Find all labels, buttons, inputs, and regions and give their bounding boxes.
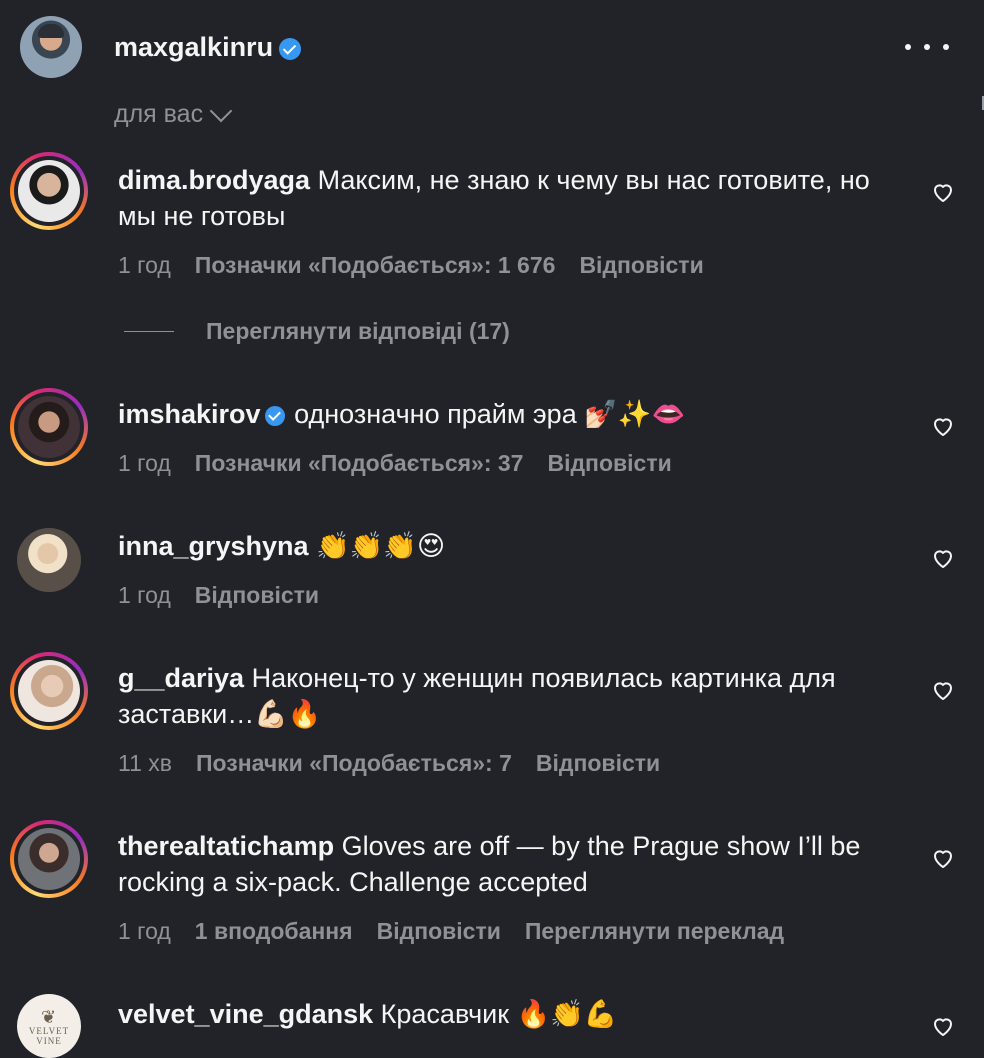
avatar bbox=[18, 396, 80, 458]
comment-username[interactable]: therealtatichamp bbox=[118, 831, 334, 861]
comment-body: velvet_vine_gdansk Красавчик 🔥👏💪 bbox=[118, 996, 908, 1032]
verified-badge-icon bbox=[264, 405, 285, 426]
comment-meta: 11 хв Позначки «Подобається»: 7 Відповіс… bbox=[118, 750, 660, 777]
comment-username[interactable]: dima.brodyaga bbox=[118, 165, 310, 195]
reply-button[interactable]: Відповісти bbox=[377, 918, 501, 945]
comment-username[interactable]: imshakirov bbox=[118, 399, 261, 429]
avatar-story-ring[interactable] bbox=[10, 388, 88, 466]
comment-meta: 1 год 1 вподобання Відповісти Переглянут… bbox=[118, 918, 784, 945]
owner-avatar[interactable] bbox=[20, 16, 82, 78]
chevron-down-icon bbox=[209, 99, 233, 122]
avatar-story-ring[interactable] bbox=[10, 152, 88, 230]
sort-label: для вас bbox=[114, 100, 204, 128]
translate-button[interactable]: Переглянути переклад bbox=[525, 918, 784, 945]
more-dot bbox=[924, 44, 930, 50]
more-dot bbox=[943, 44, 949, 50]
owner-username-row[interactable]: maxgalkinru bbox=[114, 32, 302, 63]
comment-time[interactable]: 1 год bbox=[118, 582, 171, 609]
avatar-story-ring[interactable] bbox=[10, 652, 88, 730]
comment-likes[interactable]: 1 вподобання bbox=[195, 918, 353, 945]
comment-meta: 1 год Відповісти bbox=[118, 582, 319, 609]
heart-outline-icon[interactable] bbox=[931, 414, 955, 438]
comment-likes[interactable]: Позначки «Подобається»: 37 bbox=[195, 450, 524, 477]
comment-body: inna_gryshyna 👏👏👏😍 bbox=[118, 528, 908, 564]
comment-text: Красавчик 🔥👏💪 bbox=[380, 999, 618, 1029]
avatar bbox=[18, 160, 80, 222]
heart-outline-icon[interactable] bbox=[931, 846, 955, 870]
comment-time[interactable]: 1 год bbox=[118, 252, 171, 279]
comment-likes[interactable]: Позначки «Подобається»: 1 676 bbox=[195, 252, 556, 279]
comment-time[interactable]: 1 год bbox=[118, 450, 171, 477]
comment-username[interactable]: g__dariya bbox=[118, 663, 244, 693]
comment-body: dima.brodyaga Максим, не знаю к чему вы … bbox=[118, 162, 908, 234]
comment-username[interactable]: inna_gryshyna bbox=[118, 531, 309, 561]
comment-text: однозначно прайм эра 💅🏻✨👄 bbox=[294, 399, 686, 429]
owner-username[interactable]: maxgalkinru bbox=[114, 32, 273, 62]
comment-time[interactable]: 11 хв bbox=[118, 750, 172, 777]
avatar bbox=[18, 660, 80, 722]
comment-sort-dropdown[interactable]: для вас bbox=[114, 99, 233, 129]
avatar-logo-text: VELVET VINE bbox=[28, 1026, 70, 1046]
heart-outline-icon[interactable] bbox=[931, 678, 955, 702]
post-header: maxgalkinru bbox=[0, 0, 984, 110]
avatar[interactable] bbox=[17, 528, 81, 592]
vine-logo-icon: ❦ bbox=[40, 1007, 58, 1027]
avatar-story-ring[interactable] bbox=[10, 820, 88, 898]
heart-outline-icon[interactable] bbox=[931, 546, 955, 570]
view-replies-button[interactable]: Переглянути відповіді (17) bbox=[124, 318, 510, 345]
divider bbox=[124, 331, 174, 332]
heart-outline-icon[interactable] bbox=[931, 1014, 955, 1038]
more-dot bbox=[905, 44, 911, 50]
comment-body: therealtatichamp Gloves are off — by the… bbox=[118, 828, 908, 900]
comment-username[interactable]: velvet_vine_gdansk bbox=[118, 999, 373, 1029]
comment-meta: 1 год Позначки «Подобається»: 1 676 Відп… bbox=[118, 252, 704, 279]
comment-body: imshakirov однозначно прайм эра 💅🏻✨👄 bbox=[118, 396, 908, 432]
comment-likes[interactable]: Позначки «Подобається»: 7 bbox=[196, 750, 512, 777]
comment-body: g__dariya Наконец-то у женщин появилась … bbox=[118, 660, 908, 732]
view-replies-label: Переглянути відповіді (17) bbox=[206, 318, 510, 344]
avatar bbox=[18, 828, 80, 890]
more-options-button[interactable] bbox=[905, 30, 949, 64]
comment-time[interactable]: 1 год bbox=[118, 918, 171, 945]
verified-badge-icon bbox=[279, 37, 302, 60]
comment-text: 👏👏👏😍 bbox=[316, 531, 446, 561]
reply-button[interactable]: Відповісти bbox=[547, 450, 671, 477]
comment-meta: 1 год Позначки «Подобається»: 37 Відпові… bbox=[118, 450, 672, 477]
reply-button[interactable]: Відповісти bbox=[195, 582, 319, 609]
reply-button[interactable]: Відповісти bbox=[536, 750, 660, 777]
reply-button[interactable]: Відповісти bbox=[579, 252, 703, 279]
heart-outline-icon[interactable] bbox=[931, 180, 955, 204]
avatar[interactable]: ❦ VELVET VINE bbox=[17, 994, 81, 1058]
